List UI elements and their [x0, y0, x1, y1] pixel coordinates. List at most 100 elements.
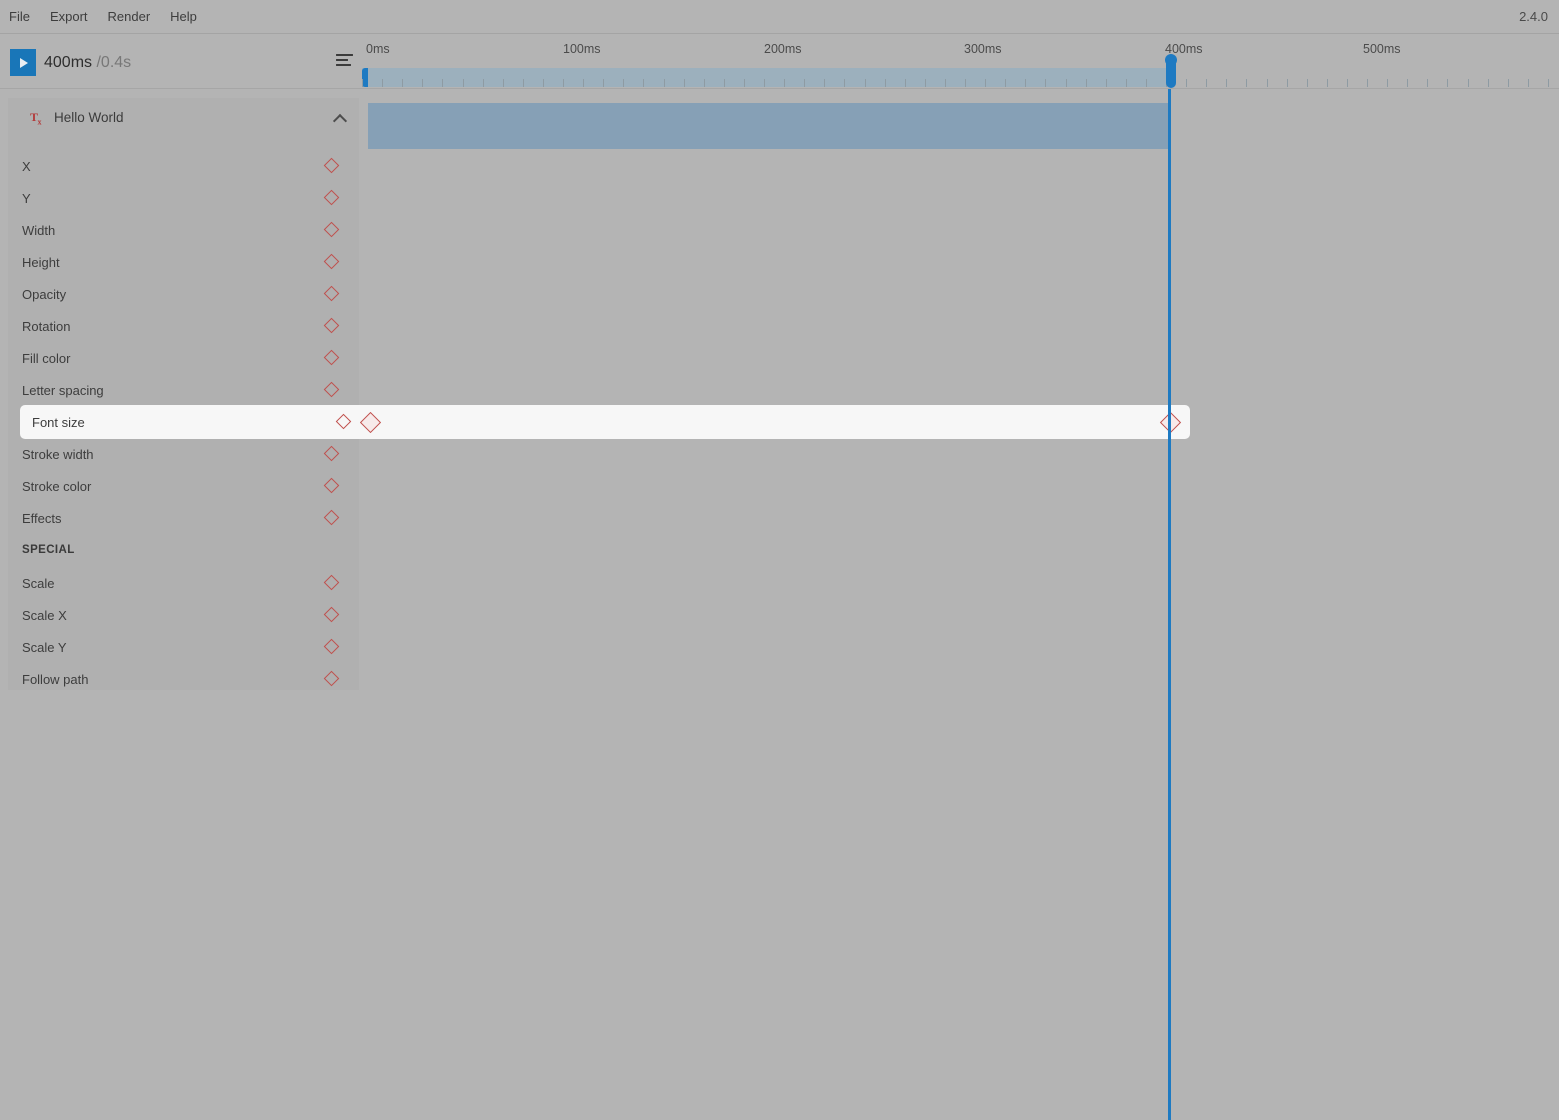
ruler-tick: [1548, 79, 1549, 87]
align-lines-icon[interactable]: [336, 54, 353, 70]
chevron-up-icon[interactable]: [333, 111, 347, 125]
ruler-tick: [704, 79, 705, 87]
property-row-rotation[interactable]: Rotation: [8, 310, 359, 342]
ruler-tick: [1267, 79, 1268, 87]
property-label: Opacity: [22, 286, 67, 302]
ruler-tick: [664, 79, 665, 87]
property-label: Scale X: [22, 607, 67, 623]
diamond-keyframe-icon[interactable]: [323, 606, 340, 623]
ruler-label-0: 0ms: [366, 42, 390, 56]
property-row-scale-x[interactable]: Scale X: [8, 599, 359, 631]
diamond-keyframe-icon[interactable]: [335, 413, 352, 430]
menu-item-export[interactable]: Export: [40, 0, 98, 34]
diamond-keyframe-icon[interactable]: [323, 317, 340, 334]
diamond-keyframe-icon[interactable]: [323, 509, 340, 526]
align-bar-1: [336, 54, 353, 57]
ruler-tick: [442, 79, 443, 87]
diamond-keyframe-icon[interactable]: [323, 253, 340, 270]
toolbar-divider: [0, 88, 360, 89]
property-label: Fill color: [22, 350, 71, 366]
diamond-keyframe-icon[interactable]: [323, 157, 340, 174]
ruler-label-5: 500ms: [1363, 42, 1401, 56]
ruler-tick: [945, 79, 946, 87]
diamond-shape: [323, 285, 340, 302]
ruler-tick: [563, 79, 564, 87]
diamond-keyframe-icon[interactable]: [323, 445, 340, 462]
diamond-keyframe-icon[interactable]: [323, 221, 340, 238]
diamond-shape: [323, 381, 340, 398]
property-row-opacity[interactable]: Opacity: [8, 278, 359, 310]
ruler-tick: [1427, 79, 1428, 87]
section-header-special: SPECIAL: [8, 537, 359, 563]
property-row-fill-color[interactable]: Fill color: [8, 342, 359, 374]
property-row-follow-path[interactable]: Follow path: [8, 663, 359, 695]
ruler-tick: [1005, 79, 1006, 87]
ruler-tick: [824, 79, 825, 87]
ruler-tick: [1126, 79, 1127, 87]
property-row-scale[interactable]: Scale: [8, 567, 359, 599]
ruler-tick: [1246, 79, 1247, 87]
diamond-shape: [323, 606, 340, 623]
property-row-stroke-color[interactable]: Stroke color: [8, 470, 359, 502]
ruler-tick: [1226, 79, 1227, 87]
property-label: Scale Y: [22, 639, 67, 655]
layer-header[interactable]: Tx Hello World: [8, 98, 359, 138]
property-row-width[interactable]: Width: [8, 214, 359, 246]
property-row-scale-y[interactable]: Scale Y: [8, 631, 359, 663]
play-button[interactable]: [10, 49, 36, 76]
ruler-tick: [905, 79, 906, 87]
diamond-keyframe-icon[interactable]: [323, 477, 340, 494]
diamond-shape: [323, 253, 340, 270]
diamond-keyframe-icon[interactable]: [323, 285, 340, 302]
property-label: Effects: [22, 510, 62, 526]
diamond-keyframe-icon[interactable]: [323, 638, 340, 655]
diamond-keyframe-icon[interactable]: [323, 574, 340, 591]
playhead-knob-icon: [1165, 54, 1177, 66]
menu-bar: File Export Render Help 2.4.0: [0, 0, 1559, 34]
ruler-tick: [1206, 79, 1207, 87]
ruler-tick: [844, 79, 845, 87]
diamond-keyframe-icon[interactable]: [323, 670, 340, 687]
property-row-effects[interactable]: Effects: [8, 502, 359, 534]
diamond-keyframe-icon[interactable]: [323, 381, 340, 398]
ruler-tick: [724, 79, 725, 87]
diamond-keyframe-icon[interactable]: [323, 349, 340, 366]
current-time-label: 400ms: [44, 54, 93, 71]
property-row-font-size[interactable]: Font size: [20, 405, 1190, 439]
playhead-line[interactable]: [1168, 89, 1171, 1120]
property-row-letter-spacing[interactable]: Letter spacing: [8, 374, 359, 406]
ruler-tick: [483, 79, 484, 87]
property-label: Letter spacing: [22, 382, 104, 398]
ruler-tick: [684, 79, 685, 87]
menu-item-file[interactable]: File: [0, 0, 40, 34]
diamond-keyframe-icon[interactable]: [323, 189, 340, 206]
ruler-label-3: 300ms: [964, 42, 1002, 56]
property-row-height[interactable]: Height: [8, 246, 359, 278]
ruler-tick: [1367, 79, 1368, 87]
property-label: Stroke width: [22, 446, 94, 462]
diamond-shape: [323, 317, 340, 334]
property-label: Height: [22, 254, 60, 270]
property-row-x[interactable]: X: [8, 150, 359, 182]
diamond-shape: [323, 638, 340, 655]
ruler-tick: [885, 79, 886, 87]
ruler-tick: [1086, 79, 1087, 87]
ruler-tick: [925, 79, 926, 87]
timeline-canvas[interactable]: [360, 89, 1559, 1120]
property-label: Width: [22, 222, 56, 238]
ruler-tick: [1106, 79, 1107, 87]
property-row-y[interactable]: Y: [8, 182, 359, 214]
menu-item-list: File Export Render Help: [0, 0, 207, 34]
align-bar-3: [336, 63, 351, 66]
ruler-tick: [1327, 79, 1328, 87]
ruler-tick: [1066, 79, 1067, 87]
property-row-stroke-width[interactable]: Stroke width: [8, 438, 359, 470]
ruler-tick: [1468, 79, 1469, 87]
text-layer-icon: Tx: [30, 110, 42, 127]
layer-name-label: Hello World: [54, 110, 124, 125]
menu-item-help[interactable]: Help: [160, 0, 207, 34]
play-triangle-icon: [20, 57, 28, 68]
layer-duration-bar[interactable]: [368, 103, 1169, 149]
menu-item-render[interactable]: Render: [98, 0, 161, 34]
ruler-tick: [1387, 79, 1388, 87]
